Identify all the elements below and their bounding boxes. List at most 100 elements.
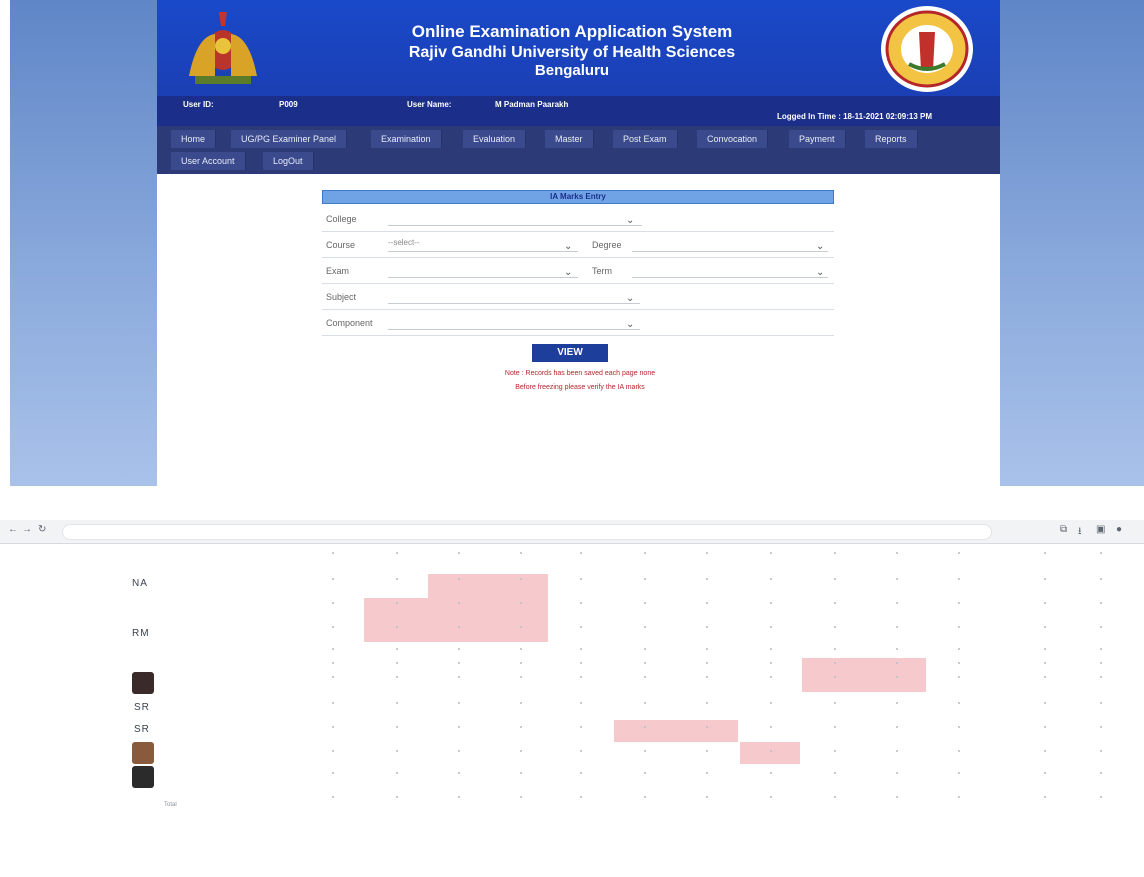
table-cell: [1044, 750, 1046, 752]
table-cell: [458, 578, 460, 580]
nav-post-exam[interactable]: Post Exam: [613, 130, 678, 148]
term-select[interactable]: ⌄: [632, 264, 828, 278]
table-cell: [834, 552, 836, 554]
table-cell: [332, 552, 334, 554]
table-cell: [1100, 578, 1102, 580]
table-cell: [644, 750, 646, 752]
nav-evaluation[interactable]: Evaluation: [463, 130, 527, 148]
chevron-down-icon: ⌄: [564, 241, 573, 252]
table-cell: [644, 702, 646, 704]
table-cell: [1044, 602, 1046, 604]
table-cell: [834, 602, 836, 604]
window-icon[interactable]: ▣: [1096, 524, 1105, 535]
table-cell: [458, 772, 460, 774]
table-cell: [1044, 676, 1046, 678]
table-cell: [770, 796, 772, 798]
table-cell: [520, 602, 522, 604]
highlight-cell: [802, 658, 926, 692]
marks-sheet: NA RM SR SR Total: [0, 544, 1144, 877]
panel-title: IA Marks Entry: [322, 190, 834, 204]
avatar-photo: [132, 672, 154, 694]
table-cell: [1100, 662, 1102, 664]
table-cell: [520, 750, 522, 752]
address-bar[interactable]: [62, 524, 992, 540]
table-cell: [834, 676, 836, 678]
table-cell: [1044, 648, 1046, 650]
table-cell: [458, 648, 460, 650]
table-cell: [1044, 772, 1046, 774]
component-label: Component: [326, 318, 373, 328]
table-cell: [520, 796, 522, 798]
table-cell: [580, 702, 582, 704]
highlight-cell: [364, 598, 548, 642]
table-cell: [580, 602, 582, 604]
table-cell: [396, 626, 398, 628]
component-select[interactable]: ⌄: [388, 316, 640, 330]
table-cell: [1044, 702, 1046, 704]
reload-icon[interactable]: ↻: [38, 524, 46, 535]
table-cell: [458, 726, 460, 728]
table-cell: [396, 772, 398, 774]
user-info-bar: User ID: P009 User Name: M Padman Paarak…: [157, 96, 1000, 126]
college-select[interactable]: ⌄: [388, 212, 642, 226]
exam-select[interactable]: ⌄: [388, 264, 578, 278]
nav-reports[interactable]: Reports: [865, 130, 918, 148]
table-cell: [896, 726, 898, 728]
nav-home[interactable]: Home: [171, 130, 217, 148]
table-cell: [458, 796, 460, 798]
nav-master[interactable]: Master: [545, 130, 594, 148]
extension-icon[interactable]: ⧉: [1060, 524, 1067, 535]
table-cell: [520, 726, 522, 728]
back-icon[interactable]: ←: [8, 524, 18, 535]
download-icon[interactable]: ⭳: [1078, 524, 1082, 541]
nav-payment[interactable]: Payment: [789, 130, 846, 148]
nav-convocation[interactable]: Convocation: [697, 130, 769, 148]
table-cell: [834, 662, 836, 664]
course-value: --select--: [388, 238, 420, 247]
view-button[interactable]: VIEW: [532, 344, 608, 362]
table-cell: [706, 578, 708, 580]
table-cell: [332, 602, 334, 604]
table-cell: [958, 626, 960, 628]
table-cell: [332, 676, 334, 678]
table-cell: [896, 676, 898, 678]
course-select[interactable]: --select-- ⌄: [388, 238, 578, 252]
nav-examiner-panel[interactable]: UG/PG Examiner Panel: [231, 130, 348, 148]
table-cell: [580, 676, 582, 678]
table-cell: [1100, 772, 1102, 774]
profile-icon[interactable]: ●: [1116, 524, 1122, 535]
degree-select[interactable]: ⌄: [632, 238, 828, 252]
avatar: SR: [134, 724, 150, 735]
table-cell: [1100, 726, 1102, 728]
nav-user-account[interactable]: User Account: [171, 152, 246, 170]
table-cell: [580, 648, 582, 650]
table-cell: [580, 750, 582, 752]
nav-examination[interactable]: Examination: [371, 130, 442, 148]
app-title: Online Examination Application System: [411, 22, 733, 41]
table-cell: [770, 662, 772, 664]
subject-row: Subject ⌄: [322, 284, 834, 310]
table-cell: [580, 578, 582, 580]
table-cell: [520, 648, 522, 650]
table-cell: [580, 772, 582, 774]
chevron-down-icon: ⌄: [564, 267, 573, 278]
table-cell: [958, 796, 960, 798]
table-cell: [1044, 578, 1046, 580]
state-emblem-icon: [189, 12, 257, 84]
table-cell: [332, 578, 334, 580]
table-cell: [458, 702, 460, 704]
user-id-label: User ID:: [183, 100, 214, 109]
subject-select[interactable]: ⌄: [388, 290, 640, 304]
forward-icon[interactable]: →: [22, 524, 32, 535]
table-cell: [520, 662, 522, 664]
table-cell: [706, 702, 708, 704]
table-cell: [706, 552, 708, 554]
table-cell: [896, 578, 898, 580]
table-cell: [896, 626, 898, 628]
table-cell: [958, 578, 960, 580]
table-cell: [834, 796, 836, 798]
avatar: RM: [132, 628, 150, 639]
nav-logout[interactable]: LogOut: [263, 152, 314, 170]
table-cell: [770, 676, 772, 678]
table-cell: [644, 648, 646, 650]
